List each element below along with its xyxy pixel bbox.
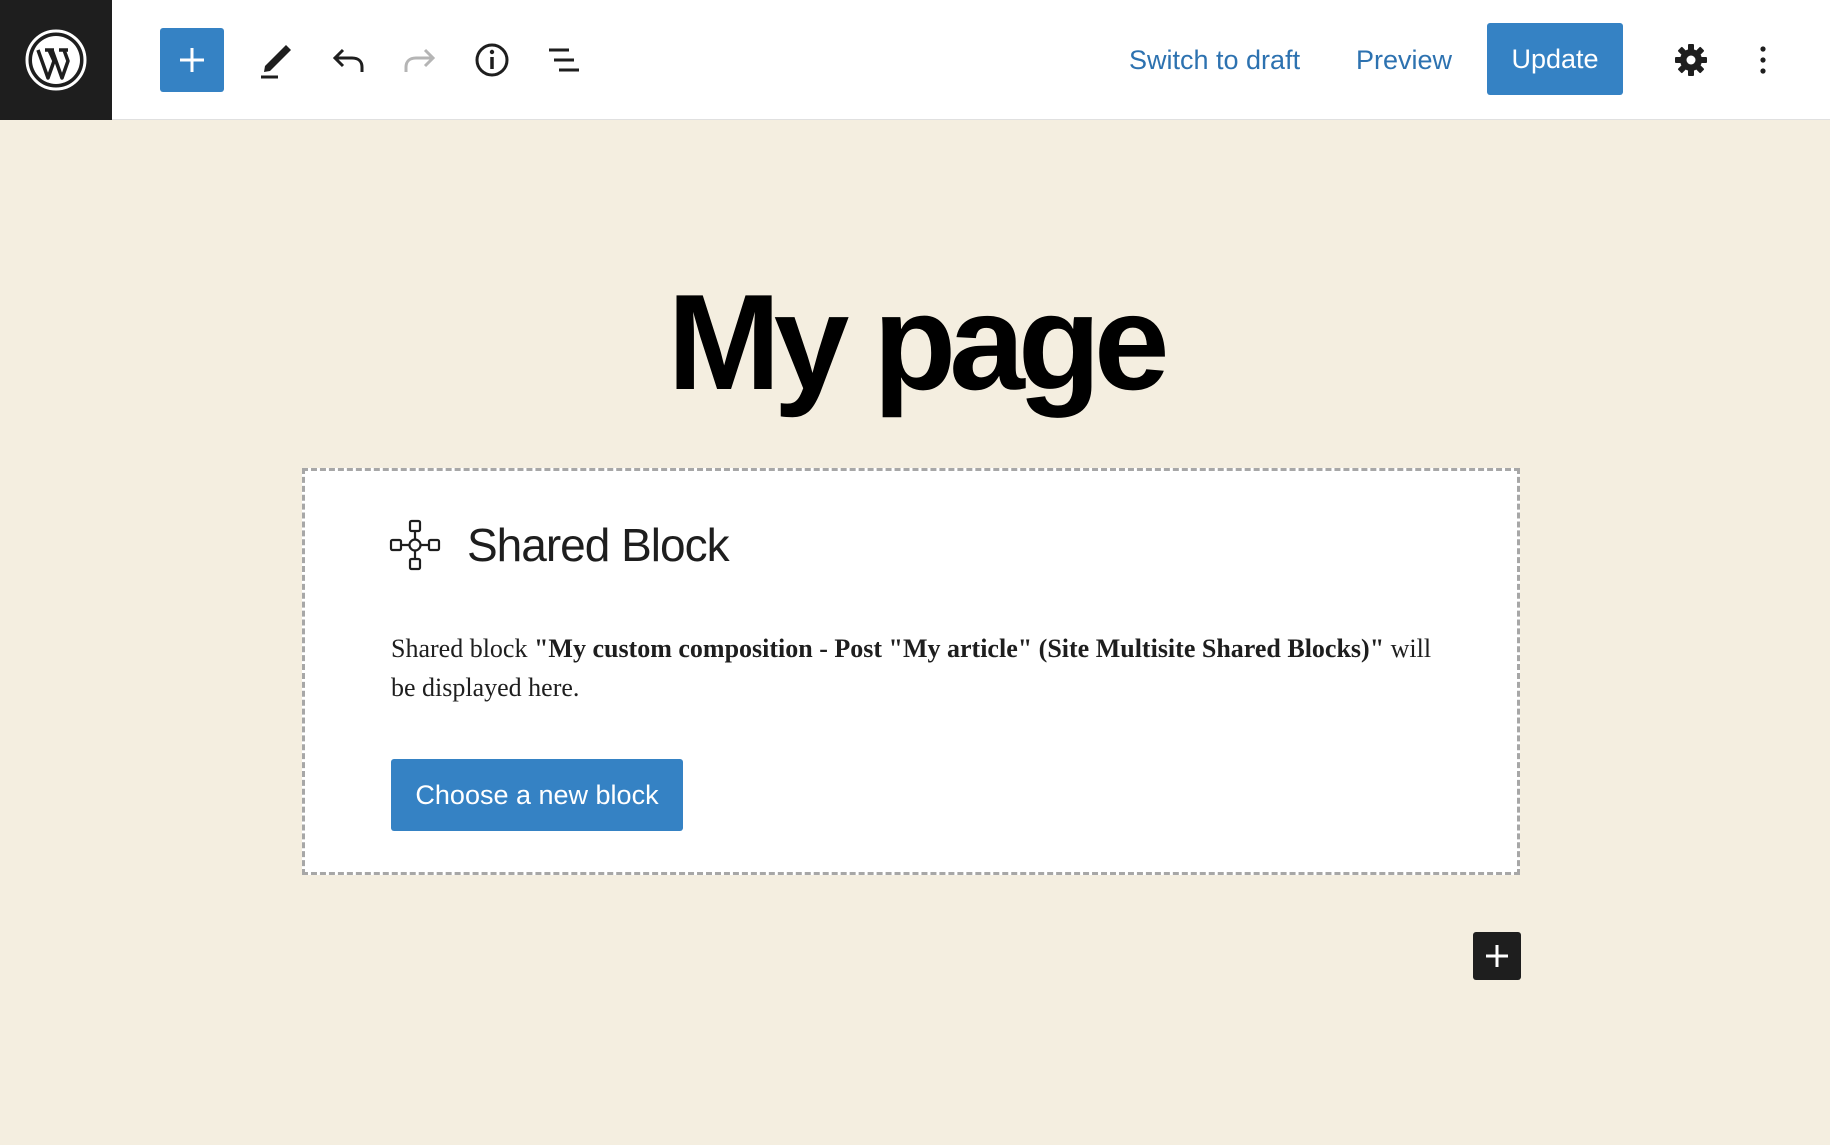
pencil-icon — [261, 45, 291, 79]
shared-block-name: "My custom composition - Post "My articl… — [533, 634, 1385, 663]
plus-icon — [1486, 945, 1508, 967]
info-icon — [475, 43, 509, 77]
page-title[interactable]: My page — [0, 262, 1830, 422]
list-view-button[interactable] — [532, 28, 596, 92]
shared-block-description: Shared block "My custom composition - Po… — [391, 629, 1451, 707]
preview-link[interactable]: Preview — [1356, 40, 1452, 80]
redo-button[interactable] — [388, 28, 452, 92]
wordpress-logo-button[interactable] — [0, 0, 112, 120]
settings-button[interactable] — [1659, 28, 1723, 92]
block-inserter-button[interactable] — [160, 28, 224, 92]
update-button[interactable]: Update — [1487, 23, 1623, 95]
wordpress-logo-icon — [25, 29, 87, 91]
editor-toolbar: Switch to draft Preview Update — [0, 0, 1830, 120]
edit-mode-button[interactable] — [244, 28, 308, 92]
shared-block-icon — [389, 519, 441, 571]
undo-icon — [332, 48, 364, 72]
description-text-before: Shared block — [391, 634, 534, 663]
gear-icon — [1675, 44, 1707, 76]
undo-button[interactable] — [316, 28, 380, 92]
add-block-button[interactable] — [1473, 932, 1521, 980]
plus-icon — [180, 48, 204, 72]
shared-block-label: Shared Block — [467, 519, 730, 571]
choose-new-block-button[interactable]: Choose a new block — [391, 759, 683, 831]
list-view-icon — [549, 48, 579, 72]
switch-to-draft-link[interactable]: Switch to draft — [1129, 40, 1300, 80]
redo-icon — [404, 48, 436, 72]
details-button[interactable] — [460, 28, 524, 92]
shared-block[interactable]: Shared Block Shared block "My custom com… — [302, 468, 1520, 875]
vertical-ellipsis-icon — [1760, 46, 1766, 74]
options-menu-button[interactable] — [1731, 28, 1795, 92]
